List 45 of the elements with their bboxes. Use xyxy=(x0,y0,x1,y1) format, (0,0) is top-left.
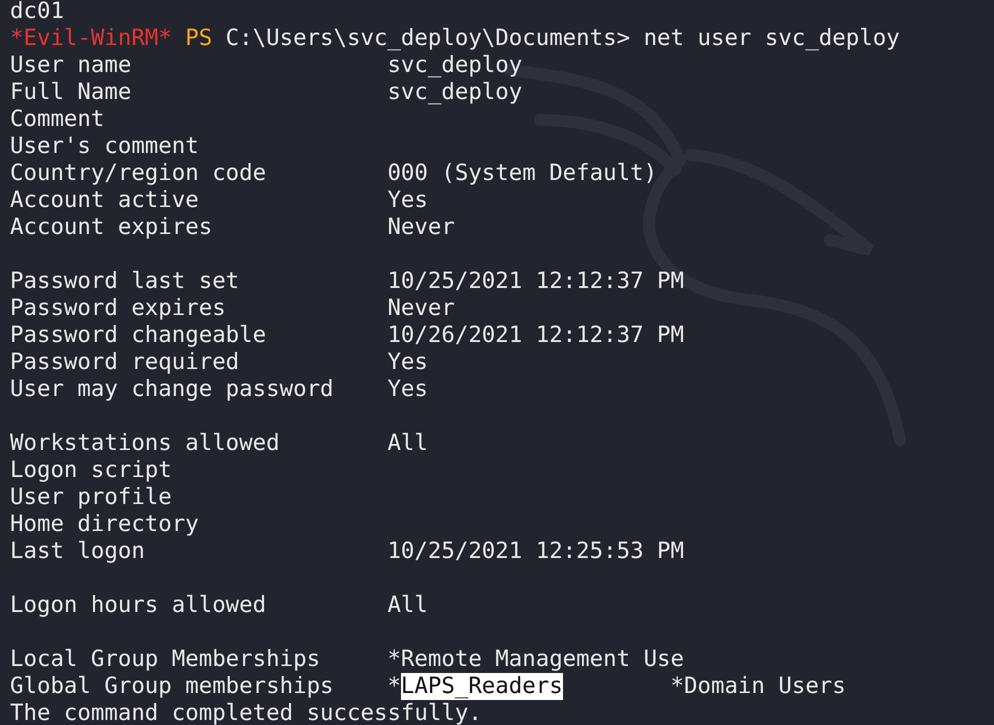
command-text: net user svc_deploy xyxy=(644,25,900,52)
field-value: 10/25/2021 12:12:37 PM xyxy=(387,268,684,295)
field-label: Logon hours allowed xyxy=(10,592,268,619)
output-line: dc01 xyxy=(10,0,64,24)
field-value: Yes xyxy=(387,187,428,214)
shell-name: *Evil-WinRM* xyxy=(10,25,172,52)
field-value: All xyxy=(387,430,428,457)
field-label: User's comment xyxy=(10,133,200,160)
field-value: 10/25/2021 12:25:53 PM xyxy=(387,538,684,565)
group-marker: * xyxy=(670,673,684,700)
field-label: Global Group memberships xyxy=(10,673,335,700)
field-label: User may change password xyxy=(10,376,335,403)
field-label: Workstations allowed xyxy=(10,430,281,457)
group-name: Domain Users xyxy=(684,673,846,700)
field-value: All xyxy=(387,592,428,619)
field-label: Password required xyxy=(10,349,240,376)
group-marker: * xyxy=(387,673,401,700)
field-label: User profile xyxy=(10,484,173,511)
field-label: Home directory xyxy=(10,511,200,538)
field-label: Account expires xyxy=(10,214,214,241)
field-value: 10/26/2021 12:12:37 PM xyxy=(387,322,684,349)
field-label: Comment xyxy=(10,106,106,133)
field-label: Last logon xyxy=(10,538,146,565)
field-label: Password changeable xyxy=(10,322,268,349)
prompt-path: C:\Users\svc_deploy\Documents> xyxy=(226,25,630,52)
field-label: Local Group Memberships xyxy=(10,646,322,673)
field-label: Password expires xyxy=(10,295,227,322)
output-line: The command completed successfully. xyxy=(10,700,482,725)
field-label: Account active xyxy=(10,187,200,214)
field-value: Yes xyxy=(387,376,428,403)
field-value: svc_deploy xyxy=(387,52,522,79)
group-name: Remote Management Use xyxy=(400,646,684,673)
field-value: 000 (System Default) xyxy=(387,160,658,187)
field-label: User name xyxy=(10,52,132,79)
field-value: Never xyxy=(387,214,455,241)
field-value: Never xyxy=(387,295,455,322)
field-value: svc_deploy xyxy=(387,79,522,106)
field-label: Country/region code xyxy=(10,160,268,187)
group-name: LAPS_Readers xyxy=(400,673,563,700)
field-label: Password last set xyxy=(10,268,240,295)
field-label: Full Name xyxy=(10,79,132,106)
field-label: Logon script xyxy=(10,457,173,484)
prompt-label: PS xyxy=(185,25,212,52)
group-marker: * xyxy=(387,646,401,673)
field-value: Yes xyxy=(387,349,428,376)
